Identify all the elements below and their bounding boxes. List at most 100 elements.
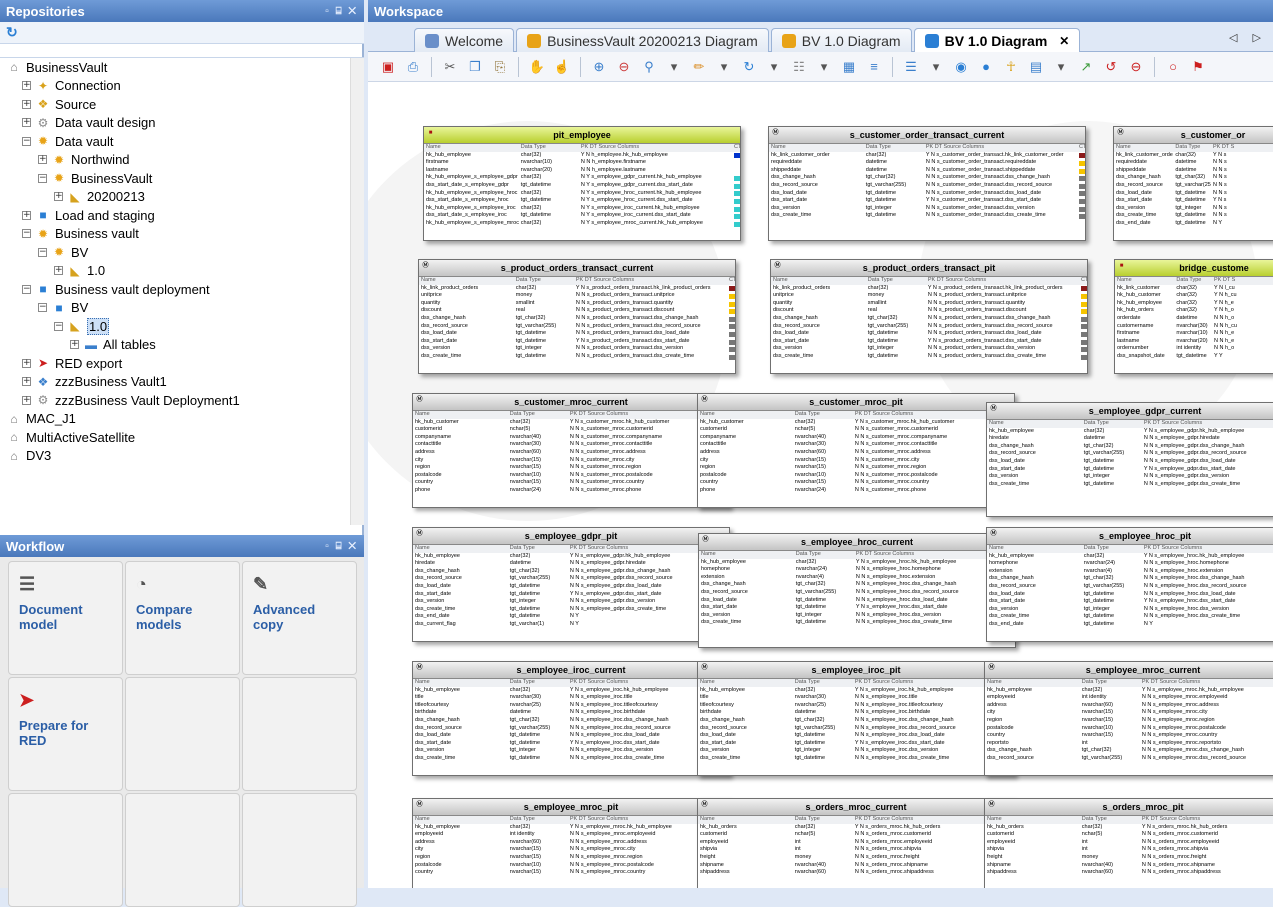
entity-s-employee-mroc-pit[interactable]: Ⓜs_employee_mroc_pit Name Data Type PK DT S… <box>412 798 730 888</box>
expand-icon[interactable]: + <box>70 340 79 349</box>
tab-diagram[interactable]: Welcome <box>414 28 515 52</box>
tree-node[interactable]: + ▬ All tables <box>70 336 156 354</box>
tree-scrollbar[interactable] <box>350 58 364 525</box>
tree-node[interactable]: + ❖ zzzBusiness Vault1 <box>22 373 167 391</box>
tree-node[interactable]: − ✹ BV <box>38 243 88 261</box>
zoom-icon[interactable]: ⚲ <box>639 57 659 77</box>
refresh-icon[interactable]: ↻ <box>6 24 18 40</box>
entity-s-employee-gdpr-current[interactable]: Ⓜs_employee_gdpr_current Name Data Type PK … <box>986 402 1273 517</box>
key-icon[interactable]: ☥ <box>1001 57 1021 77</box>
entity-s-orders-mroc-current[interactable]: Ⓜs_orders_mroc_current Name Data Type PK DT… <box>697 798 1015 888</box>
expand-icon[interactable]: + <box>22 395 31 405</box>
expand-icon[interactable]: + <box>54 192 63 201</box>
expand-icon[interactable]: + <box>22 81 31 90</box>
dropdown-icon[interactable]: ▾ <box>1051 57 1071 77</box>
entity-s-customer-mroc-current[interactable]: Ⓜs_customer_mroc_current Name Data Type PK … <box>412 393 730 508</box>
entity-s-employee-iroc-current[interactable]: Ⓜs_employee_iroc_current Name Data Type PK … <box>412 661 730 776</box>
dropdown-icon[interactable]: ▾ <box>764 57 784 77</box>
entity-s-customer-order-transact-current[interactable]: Ⓜs_customer_order_transact_current Name Da… <box>768 126 1086 241</box>
tree-node[interactable]: ⌂ MAC_J1 <box>6 410 75 428</box>
dropdown-icon[interactable]: ▾ <box>814 57 834 77</box>
expand-icon[interactable]: + <box>22 210 31 220</box>
layout-icon[interactable]: ☷ <box>789 57 809 77</box>
tree-node[interactable]: + ◣ 20200213 <box>54 188 145 206</box>
pdf-icon[interactable]: ▣ <box>378 57 398 77</box>
refresh-icon[interactable]: ↻ <box>739 57 759 77</box>
tree-node[interactable]: + ◣ 1.0 <box>54 262 105 280</box>
collapse-icon[interactable]: − <box>38 303 47 312</box>
grid-icon[interactable]: ▦ <box>839 57 859 77</box>
expand-icon[interactable]: + <box>38 155 47 164</box>
collapse-icon[interactable]: − <box>22 136 31 146</box>
expand-icon[interactable]: + <box>22 118 31 127</box>
tab-diagram[interactable]: BusinessVault 20200213 Diagram <box>516 28 769 52</box>
expand-icon[interactable]: + <box>22 377 31 386</box>
workflow-tile[interactable]: ✎ Advanced copy <box>242 561 357 675</box>
entity-s-employee-mroc-current[interactable]: Ⓜs_employee_mroc_current Name Data Type PK … <box>984 661 1273 776</box>
entity-s-employee-gdpr-pit[interactable]: Ⓜs_employee_gdpr_pit Name Data Type PK DT S… <box>412 527 730 642</box>
pan-hand-icon[interactable]: ✋ <box>527 57 547 77</box>
dropdown-icon[interactable]: ▾ <box>714 57 734 77</box>
tree-node[interactable]: − ■ Business vault deployment <box>22 280 210 298</box>
no-icon[interactable]: ○ <box>1163 57 1183 77</box>
stop-icon[interactable]: ⊖ <box>1126 57 1146 77</box>
workflow-tile[interactable]: ◔ Compare models <box>125 561 240 675</box>
tree-node[interactable]: − ✹ Business vault <box>22 225 139 243</box>
paste-icon[interactable]: ⎘ <box>490 57 510 77</box>
panel-controls[interactable]: ▫ ⌸ ✕ <box>325 541 358 552</box>
table-icon[interactable]: ▤ <box>1026 57 1046 77</box>
entity-bridge-custome[interactable]: ■bridge_customeNameData TypePK DT SCThk_… <box>1114 259 1273 374</box>
entity-s-product-orders-transact-current[interactable]: Ⓜs_product_orders_transact_current Name Da… <box>418 259 736 374</box>
tree-node[interactable]: + ■ Load and staging <box>22 206 155 224</box>
circle-icon[interactable]: ◉ <box>951 57 971 77</box>
close-icon[interactable]: ✕ <box>1059 34 1069 48</box>
tab-diagram[interactable]: BV 1.0 Diagram ✕ <box>913 28 1081 52</box>
workflow-tile[interactable]: ➤ Prepare for RED <box>8 677 123 791</box>
tree-node[interactable]: ⌂ MultiActiveSatellite <box>6 428 135 446</box>
tree-node[interactable]: − ✹ Data vault <box>22 132 114 150</box>
collapse-icon[interactable]: − <box>38 173 47 183</box>
entity-s-employee-iroc-pit[interactable]: Ⓜs_employee_iroc_pit Name Data Type PK DT S… <box>697 661 1015 776</box>
dropdown-icon[interactable]: ▾ <box>926 57 946 77</box>
entity-s-employee-hroc-current[interactable]: Ⓜs_employee_hroc_current Name Data Type PK … <box>698 533 1016 648</box>
tree-node[interactable]: − ◣ 1.0 <box>54 317 110 335</box>
entity-pit-employee[interactable]: ■ pit_employee Name Data Type PK DT Source C… <box>423 126 741 241</box>
entity-s-customer-or[interactable]: Ⓜs_customer_orNameData TypePK DT SCThk_l… <box>1113 126 1273 241</box>
collapse-icon[interactable]: − <box>22 229 31 238</box>
pen-icon[interactable]: ✏ <box>689 57 709 77</box>
workflow-tile[interactable]: ☰ Document model <box>8 561 123 675</box>
expand-icon[interactable]: + <box>22 99 31 109</box>
tree-node[interactable]: ⌂ BusinessVault <box>6 58 107 76</box>
collapse-icon[interactable]: − <box>54 321 63 331</box>
diagram-canvas[interactable]: ■ pit_employee Name Data Type PK DT Source C… <box>368 91 1273 888</box>
copy-icon[interactable]: ❐ <box>465 57 485 77</box>
entity-s-orders-mroc-pit[interactable]: Ⓜs_orders_mroc_pit Name Data Type PK DT Sou… <box>984 798 1273 888</box>
cut-icon[interactable]: ✂ <box>440 57 460 77</box>
align-icon[interactable]: ≡ <box>864 57 884 77</box>
tree-node[interactable]: + ⚙ Data vault design <box>22 114 155 132</box>
tree-node[interactable]: − ■ BV <box>38 299 88 317</box>
collapse-icon[interactable]: − <box>22 284 31 294</box>
panel-controls[interactable]: ▫ ⌸ ✕ <box>325 6 358 17</box>
zoom-in-icon[interactable]: ⊕ <box>589 57 609 77</box>
tree-node[interactable]: + ➤ RED export <box>22 354 122 372</box>
zoom-out-icon[interactable]: ⊖ <box>614 57 634 77</box>
sphere-icon[interactable]: ● <box>976 57 996 77</box>
tab-diagram[interactable]: BV 1.0 Diagram <box>770 28 912 52</box>
select-hand-icon[interactable]: ☝ <box>552 57 572 77</box>
tree-node[interactable]: + ✦ Connection <box>22 77 121 95</box>
tree-node[interactable]: ⌂ DV3 <box>6 447 51 465</box>
pin-icon[interactable]: ⚑ <box>1188 57 1208 77</box>
tree-node[interactable]: + ⚙ zzzBusiness Vault Deployment1 <box>22 391 240 409</box>
format-icon[interactable]: ☰ <box>901 57 921 77</box>
entity-s-product-orders-transact-pit[interactable]: Ⓜs_product_orders_transact_pit Name Data T… <box>770 259 1088 374</box>
tree-node[interactable]: − ✹ BusinessVault <box>38 169 152 187</box>
expand-icon[interactable]: + <box>22 358 31 368</box>
tab-scroll-arrows[interactable]: ◁ ▷ <box>1229 31 1267 44</box>
expand-icon[interactable]: + <box>54 266 63 275</box>
entity-s-customer-mroc-pit[interactable]: Ⓜs_customer_mroc_pit Name Data Type PK DT S… <box>697 393 1015 508</box>
tree-node[interactable]: + ❖ Source <box>22 95 96 113</box>
cycle-icon[interactable]: ↺ <box>1101 57 1121 77</box>
entity-s-employee-hroc-pit[interactable]: Ⓜs_employee_hroc_pit Name Data Type PK DT S… <box>986 527 1273 642</box>
tree-node[interactable]: + ✹ Northwind <box>38 151 130 169</box>
